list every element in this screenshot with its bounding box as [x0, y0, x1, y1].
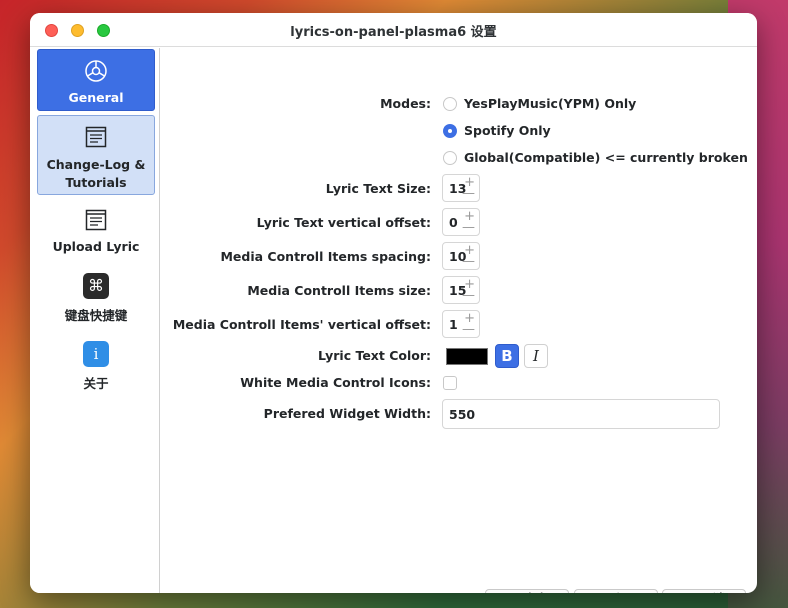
media-items-size-spinbox[interactable]: 15 + —: [442, 276, 480, 304]
bold-toggle-button[interactable]: B: [495, 344, 519, 368]
sidebar-item-label: 关于: [83, 376, 109, 391]
modes-label: Modes:: [380, 96, 431, 111]
lyric-text-size-spinbox[interactable]: 13 + —: [442, 174, 480, 202]
sidebar-item-about[interactable]: i 关于: [37, 336, 155, 396]
sidebar-item-label: General: [68, 90, 124, 105]
sidebar-item-upload-lyric[interactable]: Upload Lyric: [37, 202, 155, 262]
decrement-button[interactable]: —: [462, 255, 475, 268]
lyric-vertical-offset-label: Lyric Text vertical offset:: [256, 215, 431, 230]
window-title: lyrics-on-panel-plasma6 设置: [290, 25, 497, 40]
sidebar-item-label: Upload Lyric: [52, 239, 140, 254]
preferred-width-label: Prefered Widget Width:: [263, 406, 431, 421]
apply-button[interactable]: ✓应用: [574, 589, 658, 593]
cancel-icon: ⊘: [683, 590, 694, 593]
radio-global-label[interactable]: Global(Compatible) <= currently broken: [464, 150, 748, 165]
decrement-button[interactable]: —: [462, 187, 475, 200]
sidebar-item-changelog[interactable]: Change-Log & Tutorials: [37, 115, 155, 195]
cancel-button[interactable]: ⊘取消: [662, 589, 746, 593]
spin-value: 0: [449, 215, 458, 230]
radio-ypm[interactable]: [443, 97, 457, 111]
radio-spotify-label[interactable]: Spotify Only: [464, 123, 551, 138]
sidebar-item-shortcuts[interactable]: ⌘ 键盘快捷键: [37, 268, 155, 328]
media-items-size-label: Media Controll Items size:: [247, 283, 431, 298]
checkmark-icon: ✓: [595, 590, 606, 593]
settings-window: lyrics-on-panel-plasma6 设置 General Chang…: [30, 13, 757, 593]
command-icon: ⌘: [83, 273, 109, 299]
media-items-vertical-offset-spinbox[interactable]: 1 + —: [442, 310, 480, 338]
checkmark-icon: ✓: [506, 590, 517, 593]
italic-toggle-button[interactable]: I: [524, 344, 548, 368]
titlebar: lyrics-on-panel-plasma6 设置: [30, 13, 757, 47]
gear-icon: [85, 60, 107, 82]
radio-spotify[interactable]: [443, 124, 457, 138]
sidebar: General Change-Log & Tutorials Upload Ly…: [30, 48, 160, 593]
info-icon: i: [83, 341, 109, 367]
sidebar-item-label: 键盘快捷键: [64, 308, 128, 323]
decrement-button[interactable]: —: [462, 323, 475, 336]
lyric-text-size-label: Lyric Text Size:: [325, 181, 431, 196]
settings-content: Modes: YesPlayMusic(YPM) Only Spotify On…: [161, 48, 757, 593]
sidebar-item-general[interactable]: General: [37, 49, 155, 111]
decrement-button[interactable]: —: [462, 221, 475, 234]
spin-value: 1: [449, 317, 458, 332]
lyric-vertical-offset-spinbox[interactable]: 0 + —: [442, 208, 480, 236]
decrement-button[interactable]: —: [462, 289, 475, 302]
media-items-spacing-spinbox[interactable]: 10 + —: [442, 242, 480, 270]
radio-global[interactable]: [443, 151, 457, 165]
sidebar-item-label: Change-Log & Tutorials: [46, 157, 146, 190]
preferred-width-field[interactable]: 550: [442, 399, 720, 429]
color-picker-button[interactable]: [446, 348, 488, 365]
media-items-vertical-offset-label: Media Controll Items' vertical offset:: [172, 317, 431, 332]
white-media-icons-label: White Media Control Icons:: [240, 375, 431, 390]
media-items-spacing-label: Media Controll Items spacing:: [220, 249, 431, 264]
white-media-icons-checkbox[interactable]: [443, 376, 457, 390]
radio-ypm-label[interactable]: YesPlayMusic(YPM) Only: [464, 96, 636, 111]
notes-icon: [85, 209, 107, 231]
notes-icon: [85, 126, 107, 148]
ok-button[interactable]: ✓确定: [485, 589, 569, 593]
lyric-text-color-label: Lyric Text Color:: [317, 348, 431, 363]
